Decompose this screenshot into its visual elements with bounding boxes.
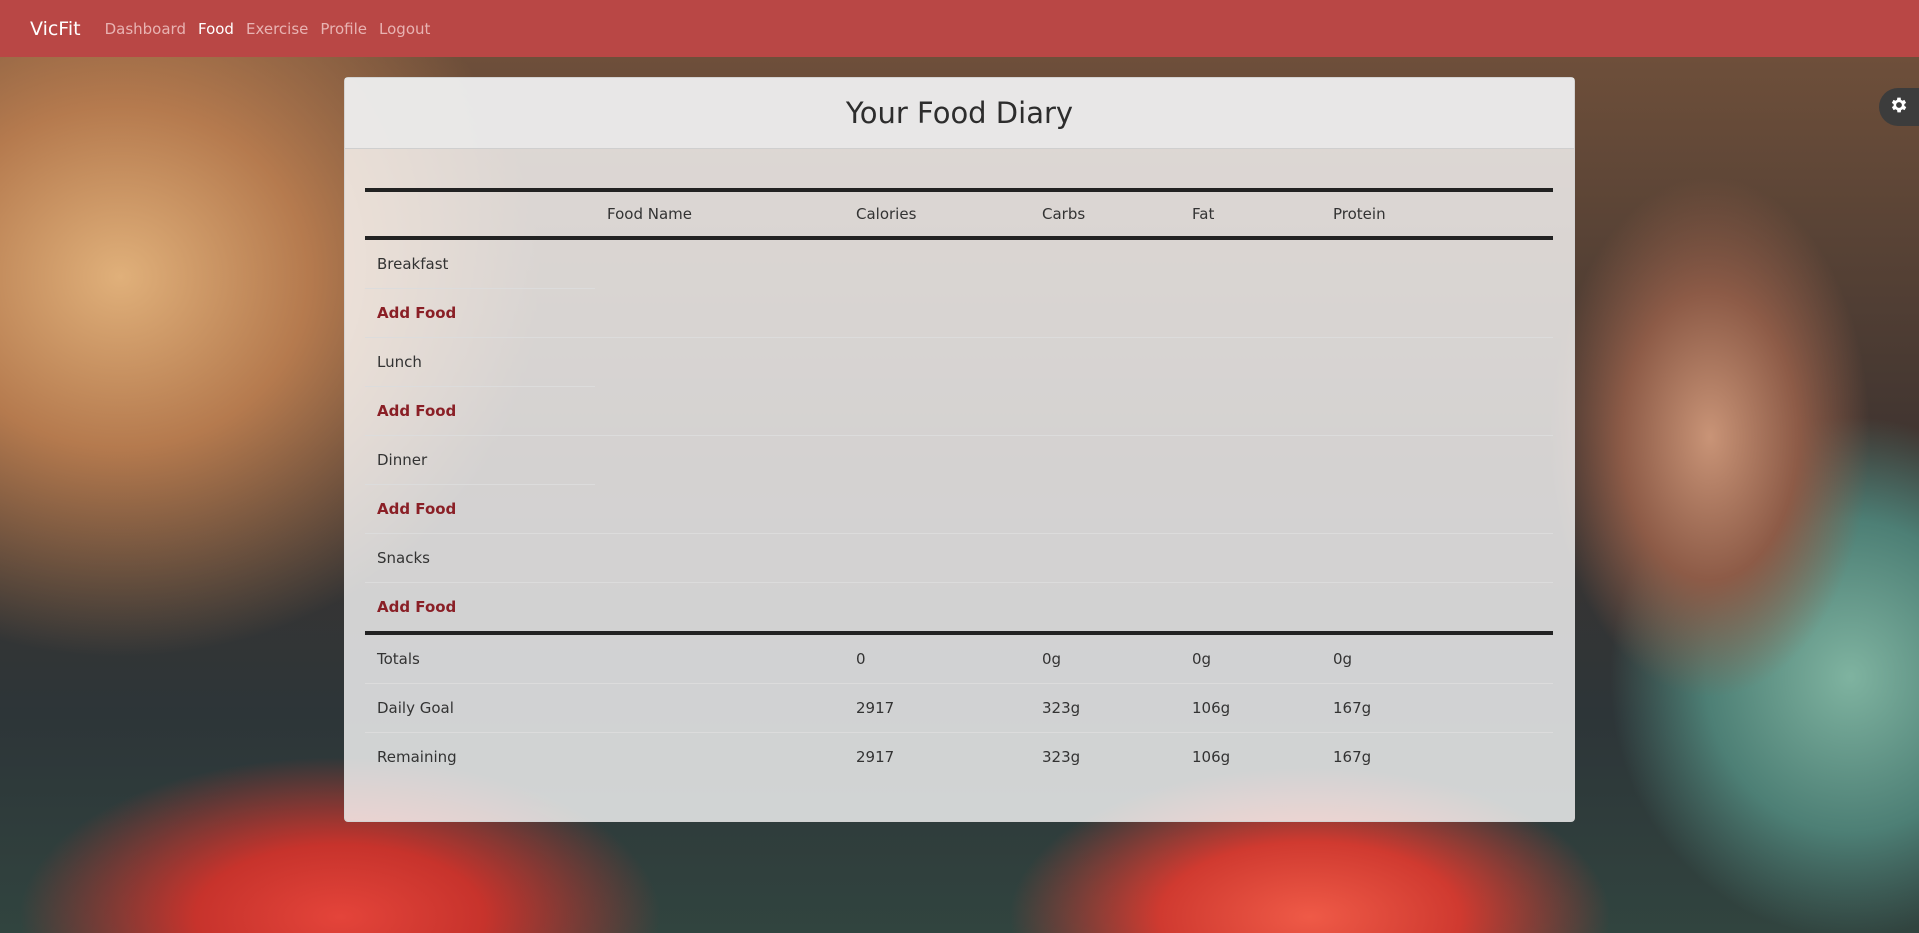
nav-link-food[interactable]: Food	[198, 20, 234, 38]
totals-row: Totals 0 0g 0g 0g	[365, 631, 1553, 684]
add-food-row: Add Food	[365, 288, 1553, 338]
add-food-snacks-link[interactable]: Add Food	[377, 598, 456, 616]
add-food-row: Add Food	[365, 582, 1553, 633]
meal-row-snacks: Snacks	[365, 533, 1553, 583]
nav-link-exercise[interactable]: Exercise	[246, 20, 308, 38]
meal-name: Snacks	[365, 533, 1553, 583]
page-title: Your Food Diary	[845, 96, 1074, 130]
meal-name: Lunch	[365, 337, 1553, 387]
goal-protein: 167g	[1321, 683, 1553, 733]
gear-icon	[1889, 95, 1909, 119]
meal-name: Breakfast	[377, 255, 449, 273]
remaining-protein: 167g	[1321, 732, 1553, 781]
meal-name: Dinner	[365, 435, 1553, 485]
settings-button[interactable]	[1879, 88, 1919, 126]
brand-logo[interactable]: VicFit	[30, 18, 81, 40]
totals-calories: 0	[844, 631, 1030, 684]
nav-link-dashboard[interactable]: Dashboard	[105, 20, 186, 38]
remaining-calories: 2917	[844, 732, 1030, 781]
summary-label: Daily Goal	[365, 683, 844, 733]
daily-goal-row: Daily Goal 2917 323g 106g 167g	[365, 683, 1553, 733]
header-food-name: Food Name	[595, 188, 844, 240]
table-header-row: Food Name Calories Carbs Fat Protein	[365, 188, 1553, 240]
header-carbs: Carbs	[1030, 188, 1180, 240]
remaining-carbs: 323g	[1030, 732, 1180, 781]
goal-fat: 106g	[1180, 683, 1321, 733]
add-food-row: Add Food	[365, 484, 1553, 534]
header-calories: Calories	[844, 188, 1030, 240]
add-food-breakfast-link[interactable]: Add Food	[377, 304, 456, 322]
nav-link-profile[interactable]: Profile	[320, 20, 367, 38]
food-diary-table-wrapper: Food Name Calories Carbs Fat Protein Bre…	[365, 188, 1553, 781]
summary-label: Totals	[365, 631, 844, 684]
card-header: Your Food Diary	[345, 78, 1574, 149]
nav-link-logout[interactable]: Logout	[379, 20, 430, 38]
top-navbar: VicFit Dashboard Food Exercise Profile L…	[0, 0, 1919, 57]
goal-carbs: 323g	[1030, 683, 1180, 733]
totals-protein: 0g	[1321, 631, 1553, 684]
header-fat: Fat	[1180, 188, 1321, 240]
add-food-dinner-link[interactable]: Add Food	[377, 500, 456, 518]
add-food-lunch-link[interactable]: Add Food	[377, 402, 456, 420]
food-diary-table: Food Name Calories Carbs Fat Protein Bre…	[365, 188, 1553, 781]
summary-label: Remaining	[365, 732, 844, 781]
meal-row-dinner: Dinner	[365, 435, 1553, 485]
meal-row-breakfast: Breakfast	[365, 238, 1553, 289]
totals-carbs: 0g	[1030, 631, 1180, 684]
food-diary-card: Your Food Diary Food Name Calories Carbs…	[344, 77, 1575, 822]
add-food-row: Add Food	[365, 386, 1553, 436]
remaining-fat: 106g	[1180, 732, 1321, 781]
goal-calories: 2917	[844, 683, 1030, 733]
meal-row-lunch: Lunch	[365, 337, 1553, 387]
header-protein: Protein	[1321, 188, 1553, 240]
remaining-row: Remaining 2917 323g 106g 167g	[365, 732, 1553, 781]
header-meal	[365, 188, 595, 240]
totals-fat: 0g	[1180, 631, 1321, 684]
